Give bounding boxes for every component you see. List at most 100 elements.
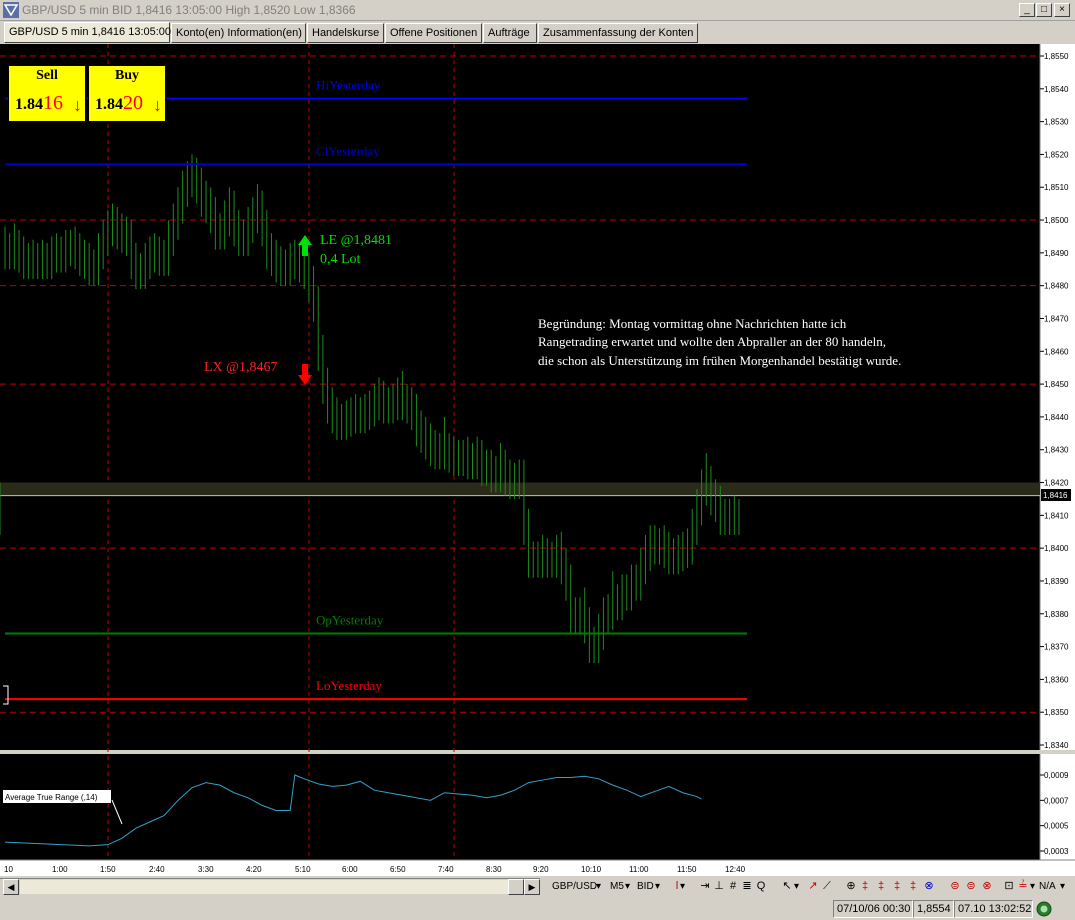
- level-label: HiYesterday: [316, 78, 381, 93]
- annotation-line-2: Rangetrading erwartet und wollte den Abp…: [538, 334, 886, 349]
- x-tick-label: 4:20: [246, 865, 262, 874]
- quick-icon[interactable]: Q: [754, 879, 768, 893]
- atr-y-tick-label: 0,0005: [1044, 822, 1069, 831]
- arrow-up-tool-icon[interactable]: ⊜: [948, 879, 962, 893]
- maximize-button[interactable]: □: [1036, 3, 1052, 17]
- tab-chart[interactable]: GBP/USD 5 min 1,8416 13:05:00: [4, 22, 171, 43]
- tab-open-positions[interactable]: Offene Positionen: [385, 23, 482, 43]
- x-tick-label: 5:10: [295, 865, 311, 874]
- ruler-dropdown-icon[interactable]: ▾: [1030, 879, 1035, 894]
- buy-down-arrow-icon: ↓: [153, 95, 162, 115]
- minimize-button[interactable]: _: [1019, 3, 1035, 17]
- draw-line-icon[interactable]: ↗: [806, 879, 820, 893]
- ruler-icon[interactable]: ≟: [1016, 879, 1030, 893]
- level-icon[interactable]: ‡: [874, 879, 888, 893]
- side-dropdown-icon[interactable]: ▾: [655, 879, 660, 894]
- x-tick-label: 6:50: [390, 865, 406, 874]
- trading-window: GBP/USD 5 min BID 1,8416 13:05:00 High 1…: [0, 0, 1075, 920]
- symbol-dropdown-icon[interactable]: ▾: [596, 879, 601, 894]
- y-tick-label: 1,8540: [1044, 85, 1069, 94]
- pointer-icon[interactable]: ↖: [780, 879, 794, 893]
- fib-icon[interactable]: ‡: [858, 879, 872, 893]
- x-tick-label: 7:40: [438, 865, 454, 874]
- scroll-right-icon[interactable]: ▶: [524, 879, 540, 895]
- range-icon[interactable]: ‡: [906, 879, 920, 893]
- properties-icon[interactable]: ⊡: [1002, 879, 1016, 893]
- y-tick-label: 1,8480: [1044, 282, 1069, 291]
- y-tick-label: 1,8440: [1044, 413, 1069, 422]
- y-tick-label: 1,8530: [1044, 118, 1069, 127]
- na-select[interactable]: N/A: [1039, 879, 1056, 894]
- x-tick-label: 10:10: [581, 865, 602, 874]
- zoom-in-icon[interactable]: ⊕: [844, 879, 858, 893]
- y-tick-label: 1,8450: [1044, 380, 1069, 389]
- exit-label: LX @1,8467: [204, 360, 278, 375]
- level-label: OpYesterday: [316, 612, 384, 627]
- title-bar: GBP/USD 5 min BID 1,8416 13:05:00 High 1…: [0, 0, 1075, 21]
- tab-account-summary[interactable]: Zusammenfassung der Konten: [538, 23, 698, 43]
- zoom-fit-icon[interactable]: ⊗: [922, 879, 936, 893]
- y-tick-label: 1,8520: [1044, 150, 1069, 159]
- trend-icon[interactable]: ⟋: [820, 879, 834, 893]
- buy-label: Buy: [114, 68, 140, 83]
- tab-bar: GBP/USD 5 min 1,8416 13:05:00 Konto(en) …: [0, 22, 1075, 44]
- x-tick-label: 8:30: [486, 865, 502, 874]
- buy-box[interactable]: Buy 1.8420 ↓: [88, 65, 166, 122]
- price-band: [0, 482, 1040, 496]
- horizontal-scrollbar[interactable]: ◀ ▶: [0, 878, 540, 895]
- chart-type-dropdown-icon[interactable]: ▾: [680, 879, 685, 894]
- chart-canvas[interactable]: HiYesterday ClYesterday OpYesterday LoYeste…: [0, 44, 1075, 876]
- table-icon[interactable]: ≣: [740, 879, 754, 893]
- window-title: GBP/USD 5 min BID 1,8416 13:05:00 High 1…: [22, 3, 356, 17]
- sell-price-suffix: 16: [43, 92, 63, 114]
- interval-dropdown-icon[interactable]: ▾: [625, 879, 630, 894]
- close-button[interactable]: ×: [1054, 3, 1070, 17]
- scroll-track[interactable]: [20, 880, 518, 894]
- status-time: 07.10 13:02:52: [954, 900, 1033, 918]
- pane-separator[interactable]: [0, 750, 1075, 754]
- level-label: LoYesterday: [316, 678, 382, 693]
- x-tick-label: 11:00: [629, 865, 649, 874]
- pointer-dropdown-icon[interactable]: ▾: [794, 879, 799, 894]
- atr-label-connector: [111, 799, 123, 825]
- x-tick-label: 11:50: [677, 865, 697, 874]
- level-label: ClYesterday: [316, 143, 380, 158]
- chart-area[interactable]: HiYesterday ClYesterday OpYesterday LoYeste…: [0, 44, 1075, 876]
- exit-arrow-icon: [298, 364, 312, 385]
- crosshair-icon[interactable]: ⊥: [712, 879, 726, 893]
- sell-label: Sell: [36, 68, 58, 83]
- na-dropdown-icon[interactable]: ▾: [1060, 879, 1065, 894]
- entry-lot-label: 0,4 Lot: [320, 252, 361, 267]
- grid-icon[interactable]: #: [726, 879, 740, 893]
- connection-icon: [1036, 901, 1052, 917]
- annotation-line-3: die schon als Unterstützung im frühen Mo…: [538, 353, 901, 368]
- y-tick-label: 1,8360: [1044, 675, 1069, 684]
- sell-box[interactable]: Sell 1.8416 ↓: [8, 65, 86, 122]
- scroll-end-icon[interactable]: ⇥: [698, 879, 712, 893]
- side-select[interactable]: BID: [637, 879, 654, 894]
- y-tick-label: 1,8460: [1044, 347, 1069, 356]
- x-tick-label: 1:50: [100, 865, 116, 874]
- interval-select[interactable]: M5: [610, 879, 624, 894]
- arrow-down-tool-icon[interactable]: ⊜: [964, 879, 978, 893]
- entry-label: LE @1,8481: [320, 233, 392, 248]
- scroll-left-icon[interactable]: ◀: [3, 879, 19, 895]
- scroll-thumb[interactable]: [508, 879, 524, 895]
- atr-line: [4, 774, 702, 847]
- marker-icon[interactable]: ⊗: [980, 879, 994, 893]
- buy-price: 1.8420: [95, 92, 143, 115]
- x-tick-label: 10: [4, 865, 13, 874]
- channel-icon[interactable]: ‡: [890, 879, 904, 893]
- tab-rates[interactable]: Handelskurse: [307, 23, 384, 43]
- entry-arrow-icon: [298, 235, 312, 256]
- symbol-select[interactable]: GBP/USD: [552, 879, 597, 894]
- y-tick-label: 1,8550: [1044, 52, 1069, 61]
- quote-panel: Sell 1.8416 ↓ Buy 1.8420 ↓: [8, 65, 166, 122]
- sell-price-prefix: 1.84: [15, 96, 43, 113]
- y-tick-label: 1,8390: [1044, 577, 1069, 586]
- x-tick-label: 2:40: [149, 865, 165, 874]
- sell-price: 1.8416: [15, 92, 63, 115]
- tab-account-info[interactable]: Konto(en) Information(en): [171, 23, 306, 43]
- status-bar: 07/10/06 00:30 1,8554 07.10 13:02:52: [0, 897, 1075, 920]
- tab-orders[interactable]: Aufträge: [483, 23, 537, 43]
